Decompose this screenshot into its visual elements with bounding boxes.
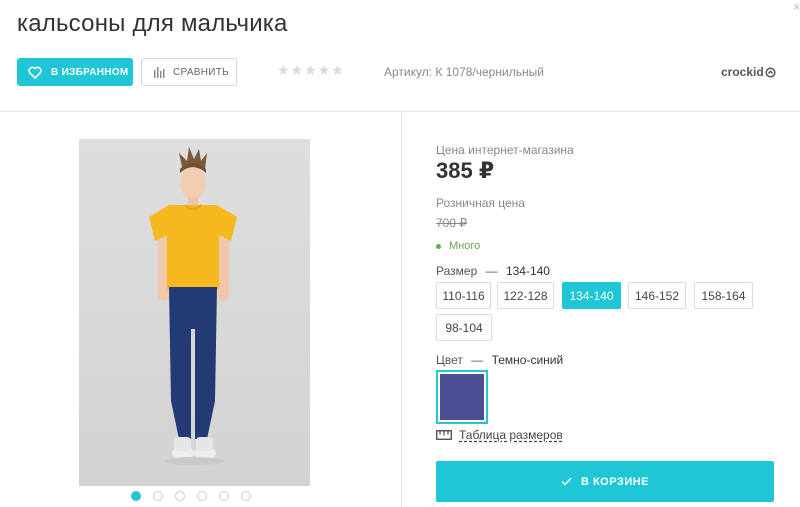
close-icon[interactable]: × bbox=[793, 0, 800, 14]
check-icon bbox=[561, 477, 572, 486]
in-stock-icon bbox=[436, 243, 441, 249]
star-icon[interactable]: ★ bbox=[291, 63, 304, 77]
ruler-icon bbox=[436, 430, 452, 440]
size-option[interactable]: 122-128 bbox=[497, 282, 554, 309]
size-option[interactable]: 110-116 bbox=[436, 282, 491, 309]
column-divider bbox=[401, 112, 402, 507]
add-to-cart-button[interactable]: В КОРЗИНЕ bbox=[436, 461, 774, 502]
color-heading: Цвет — Темно-синий bbox=[436, 353, 564, 367]
star-icon[interactable]: ★ bbox=[318, 63, 331, 77]
size-option-selected[interactable]: 134-140 bbox=[562, 282, 621, 309]
star-icon[interactable]: ★ bbox=[277, 63, 290, 77]
gallery-dot[interactable] bbox=[241, 491, 251, 501]
size-heading: Размер — 134-140 bbox=[436, 264, 550, 278]
size-option[interactable]: 158-164 bbox=[694, 282, 753, 309]
retail-price-label: Розничная цена bbox=[436, 196, 525, 210]
article-number: Артикул: К 1078/чернильный bbox=[384, 65, 544, 79]
product-photo[interactable] bbox=[79, 139, 310, 486]
size-option[interactable]: 98-104 bbox=[436, 314, 492, 341]
color-swatch-fill bbox=[440, 374, 484, 420]
selected-size: 134-140 bbox=[505, 264, 550, 278]
gallery-pagination bbox=[131, 491, 251, 501]
gallery-dot[interactable] bbox=[131, 491, 141, 501]
gallery-dot[interactable] bbox=[197, 491, 207, 501]
online-price: 385 ₽ bbox=[436, 158, 495, 183]
bar-chart-icon bbox=[154, 67, 165, 78]
gallery-dot[interactable] bbox=[175, 491, 185, 501]
gallery-dot[interactable] bbox=[153, 491, 163, 501]
favorite-label: В ИЗБРАННОМ bbox=[51, 66, 129, 78]
color-swatch-selected[interactable] bbox=[436, 370, 488, 424]
selected-color: Темно-синий bbox=[491, 353, 564, 367]
online-price-label: Цена интернет-магазина bbox=[436, 143, 574, 157]
compare-button[interactable]: СРАВНИТЬ bbox=[141, 58, 237, 86]
stock-status: Много bbox=[436, 240, 480, 252]
header-divider bbox=[0, 111, 800, 112]
product-title: кальсоны для мальчика bbox=[17, 10, 288, 37]
retail-price: 700 ₽ bbox=[436, 216, 467, 230]
gallery-dot[interactable] bbox=[219, 491, 229, 501]
cart-label: В КОРЗИНЕ bbox=[580, 475, 650, 488]
brand-mark-icon bbox=[765, 66, 776, 78]
rating-stars[interactable]: ★ ★ ★ ★ ★ bbox=[277, 63, 344, 77]
size-option[interactable]: 146-152 bbox=[628, 282, 686, 309]
child-model-illustration bbox=[149, 147, 237, 465]
star-icon[interactable]: ★ bbox=[304, 63, 317, 77]
compare-label: СРАВНИТЬ bbox=[173, 66, 230, 78]
favorite-button[interactable]: В ИЗБРАННОМ bbox=[17, 58, 133, 86]
brand-logo[interactable]: crockid bbox=[721, 65, 776, 79]
size-table-link[interactable]: Таблица размеров bbox=[436, 428, 563, 442]
star-icon[interactable]: ★ bbox=[331, 63, 344, 77]
heart-icon bbox=[28, 66, 42, 79]
